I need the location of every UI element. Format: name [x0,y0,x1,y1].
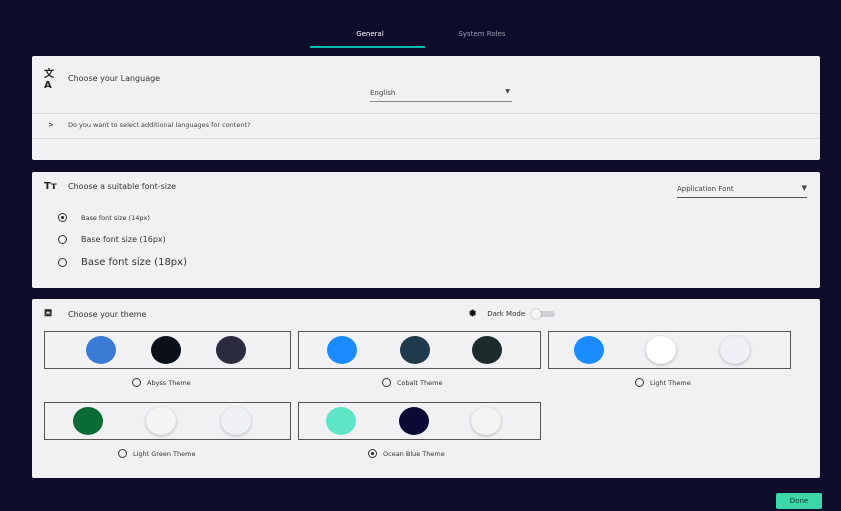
font-size-option-label: Base font size (14px) [81,213,150,222]
swatch [221,407,251,435]
radio-icon[interactable] [58,258,67,267]
theme-label: Cobalt Theme [397,378,443,387]
swatch [574,336,604,364]
swatch [73,407,103,435]
additional-languages-toggle[interactable]: > Do you want to select additional langu… [48,121,250,129]
radio-icon[interactable] [132,378,141,387]
chevron-down-icon: ▼ [505,88,510,95]
dark-mode-switch[interactable] [531,308,556,319]
font-size-option-14[interactable]: Base font size (14px) [58,213,150,222]
swatch [400,336,430,364]
theme-swatch-light-green[interactable] [44,402,291,440]
theme-heading: ⛾ Choose your theme [44,308,146,321]
theme-heading-text: Choose your theme [68,310,147,319]
tab-system-roles[interactable]: System Roles [452,30,512,38]
active-tab-indicator [310,46,425,48]
swatch [326,407,356,435]
font-size-option-label: Base font size (16px) [81,235,166,244]
chevron-right-icon: > [48,121,54,129]
divider [32,138,820,139]
font-size-heading: Tт Choose a suitable font-size [44,181,176,192]
theme-label: Ocean Blue Theme [383,449,445,458]
theme-card: ⛾ Choose your theme ✹ Dark Mode Abyss Th… [32,299,820,478]
dark-mode-toggle[interactable]: ✹ Dark Mode [468,307,556,320]
swatch [399,407,429,435]
theme-swatch-light[interactable] [548,331,791,369]
tab-general[interactable]: General [350,30,390,38]
radio-icon[interactable] [382,378,391,387]
theme-swatch-abyss[interactable] [44,331,291,369]
theme-swatch-cobalt[interactable] [298,331,541,369]
text-size-icon: Tт [44,181,57,192]
theme-label: Light Theme [650,378,691,387]
language-heading-text: Choose your Language [68,73,161,83]
language-heading: 文A Choose your Language [44,65,160,91]
radio-icon[interactable] [635,378,644,387]
theme-label: Light Green Theme [133,449,196,458]
swatch [327,336,357,364]
theme-option-light-green[interactable]: Light Green Theme [118,449,195,458]
font-size-option-label: Base font size (18px) [81,257,187,268]
theme-label: Abyss Theme [147,378,191,387]
brightness-icon: ✹ [468,307,478,320]
theme-option-abyss[interactable]: Abyss Theme [132,378,191,387]
font-select-value: Application Font [677,185,734,193]
theme-swatch-ocean-blue[interactable] [298,402,541,440]
swatch [646,336,676,364]
font-size-heading-text: Choose a suitable font-size [68,182,177,191]
swatch [720,336,750,364]
swatch [472,336,502,364]
font-size-card: Tт Choose a suitable font-size Applicati… [32,172,820,288]
swatch [216,336,246,364]
theme-option-ocean-blue[interactable]: Ocean Blue Theme [368,449,445,458]
done-button[interactable]: Done [776,493,822,509]
dark-mode-label: Dark Mode [487,309,526,318]
language-card: 文A Choose your Language English ▼ > Do y… [32,56,820,160]
language-select[interactable]: English ▼ [370,88,512,102]
paint-bucket-icon: ⛾ [44,308,53,319]
theme-option-light[interactable]: Light Theme [635,378,691,387]
application-font-select[interactable]: Application Font ▼ [677,184,807,198]
font-size-option-18[interactable]: Base font size (18px) [58,257,187,268]
radio-selected-icon[interactable] [58,213,67,222]
translate-icon: 文A [44,69,54,91]
swatch [151,336,181,364]
language-select-value: English [370,89,396,97]
swatch [146,407,176,435]
font-size-option-16[interactable]: Base font size (16px) [58,235,166,244]
radio-icon[interactable] [118,449,127,458]
chevron-down-icon: ▼ [801,184,807,192]
divider [32,113,820,114]
additional-languages-text: Do you want to select additional languag… [68,121,251,129]
radio-selected-icon[interactable] [368,449,377,458]
theme-option-cobalt[interactable]: Cobalt Theme [382,378,442,387]
swatch [471,407,501,435]
tab-bar: General System Roles [0,0,841,50]
radio-icon[interactable] [58,235,67,244]
swatch [86,336,116,364]
